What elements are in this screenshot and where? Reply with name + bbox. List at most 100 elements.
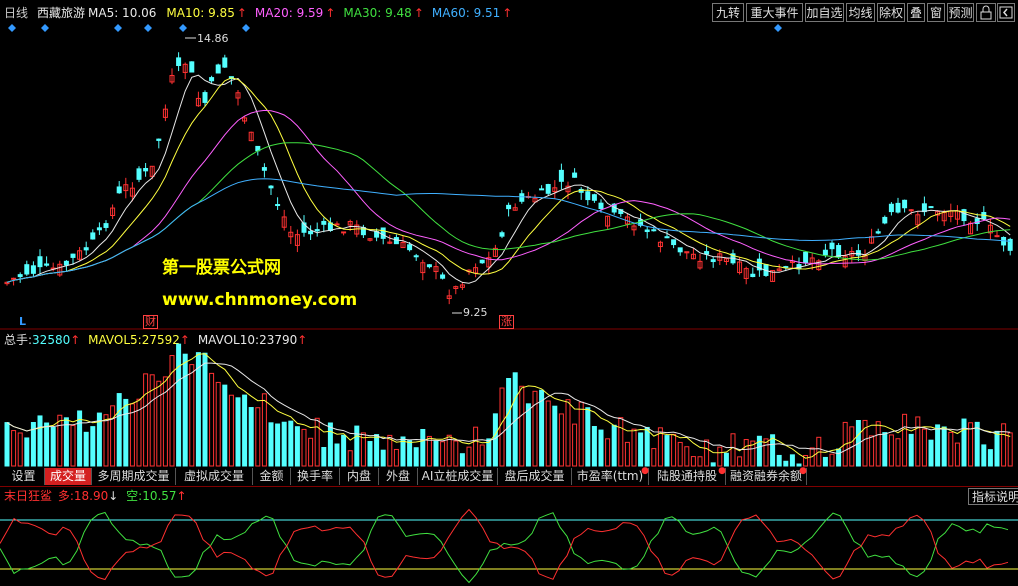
volume-bar [578,401,584,467]
volume-bar [664,435,670,467]
volume-chart[interactable] [0,330,1018,468]
tab-item[interactable]: 多周期成交量 [92,468,176,485]
low-price-label: 9.25 [463,306,488,319]
candle [921,203,927,213]
financial-report-marker[interactable]: 财 [143,315,158,329]
volume-bar [294,426,300,467]
tab-item[interactable]: 换手率 [291,468,340,485]
candle [558,169,564,182]
volume-bar [743,439,749,467]
volume-bar [631,428,637,467]
arrow-up-icon: ↑ [176,489,187,503]
diamond-icon [242,24,250,32]
volume-bar [783,460,789,467]
tab-item[interactable]: 内盘 [340,468,379,485]
tab-item[interactable]: 外盘 [379,468,418,485]
volume-bar [506,377,512,467]
volume-bar [948,431,954,467]
diamond-icon [774,24,782,32]
indicator-name[interactable]: 末日狂鲨 [4,489,52,503]
diamond-icon [8,24,16,32]
volume-bar [182,353,188,467]
volume-bar [202,352,208,467]
volume-bar [981,444,987,467]
tab-item[interactable]: 设置 [3,468,45,485]
volume-bar [334,443,340,467]
tab-item[interactable]: AI立桩成交量 [418,468,498,485]
candle [875,231,881,234]
volume-bar [308,437,314,467]
volume-bar [103,414,109,467]
volume-bar [195,352,201,467]
watermark-url: www.chnmoney.com [162,290,358,310]
volume-bar [730,433,736,467]
volume-bar [301,428,307,467]
candle [704,251,710,255]
candle [506,204,512,210]
candle [11,277,17,280]
volume-bar [935,424,941,467]
price-chart[interactable] [0,0,1018,330]
candle [710,259,716,263]
volume-bar [671,433,677,467]
limit-up-marker[interactable]: 涨 [499,315,514,329]
volume-bar [908,433,914,467]
candle [928,206,934,209]
volume-bar [90,426,96,467]
volume-bar [433,440,439,467]
volume-bar [50,426,56,467]
volume-bar [393,448,399,467]
dot-icon: ● [718,466,726,476]
candle [90,232,96,240]
tab-item[interactable]: 融资融券余额 ● [726,466,807,485]
volume-bar [44,422,50,467]
candle [895,202,901,213]
candle [275,204,281,207]
volume-bar [268,422,274,467]
volume-bar [611,424,617,467]
volume-bar [651,448,657,467]
candle [70,253,76,258]
candle [822,249,828,256]
volume-bar [525,403,531,467]
volume-bar [822,456,828,467]
volume-bar [954,442,960,467]
indicator-help-button[interactable]: 指标说明 [968,488,1018,505]
candle [539,188,545,191]
candle [30,265,36,274]
watermark-title: 第一股票公式网 [162,258,281,278]
volume-bar [558,413,564,467]
candle [209,77,215,82]
candle [585,191,591,201]
candle [83,247,89,251]
volume-bar [902,413,908,467]
candle [380,227,386,239]
tab-item[interactable]: 金额 [253,468,291,485]
volume-bar [347,450,353,467]
tab-item[interactable]: 成交量 [45,468,92,485]
candle [176,57,182,66]
volume-bar [189,364,195,467]
candle [572,172,578,178]
volume-bar [314,417,320,467]
tab-item[interactable]: 虚拟成交量 [176,468,253,485]
volume-bar [453,440,459,467]
tab-item[interactable]: 盘后成交量 [498,468,572,485]
volume-bar [605,438,611,467]
volume-bar [704,439,710,467]
high-price-label: 14.86 [197,32,229,45]
indicator-chart[interactable] [0,506,1018,586]
volume-bar [1001,423,1007,467]
candle [836,245,842,257]
tab-item[interactable]: 市盈率(ttm) ● [572,466,649,485]
volume-bar [235,397,241,467]
tab-item[interactable]: 陆股通持股 ● [649,466,726,485]
volume-bar [70,425,76,467]
volume-bar [921,428,927,467]
kong-value: 10.57 [142,489,177,503]
candle [413,255,419,258]
candle [440,274,446,279]
volume-bar [1007,432,1013,467]
volume-bar [499,387,505,467]
volume-bar [869,435,875,467]
